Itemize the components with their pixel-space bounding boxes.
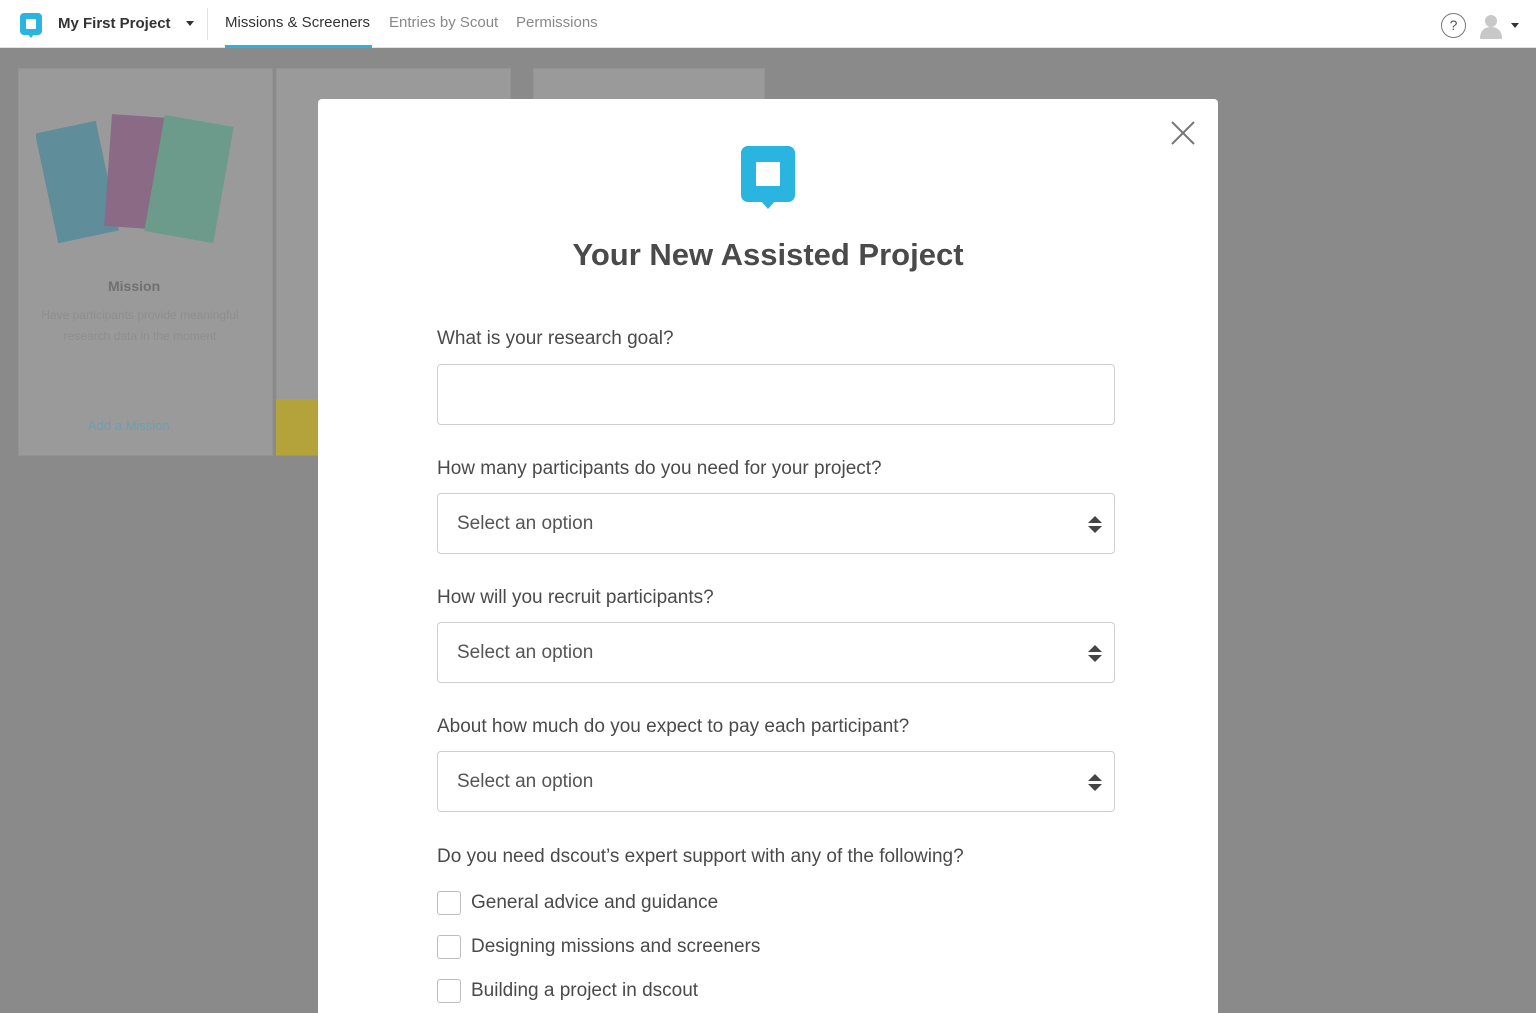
participants-select-value: Select an option bbox=[457, 513, 594, 534]
divider bbox=[207, 8, 208, 40]
help-icon[interactable]: ? bbox=[1441, 13, 1466, 38]
checkbox[interactable] bbox=[437, 891, 461, 915]
checkbox-label[interactable]: Building a project in dscout bbox=[471, 980, 698, 1002]
research-goal-label: What is your research goal? bbox=[437, 328, 674, 349]
add-mission-link: Add a Mission bbox=[88, 418, 170, 433]
active-tab-indicator bbox=[225, 45, 372, 48]
mission-cards-illustration bbox=[36, 114, 234, 244]
checkbox[interactable] bbox=[437, 935, 461, 959]
tab-entries-by-scout[interactable]: Entries by Scout bbox=[389, 14, 498, 31]
sort-arrows-icon bbox=[1088, 774, 1102, 792]
checkbox-label[interactable]: Designing missions and screeners bbox=[471, 936, 760, 958]
checkbox[interactable] bbox=[437, 979, 461, 1003]
card-title: Mission bbox=[108, 278, 161, 294]
tab-missions-screeners[interactable]: Missions & Screeners bbox=[225, 14, 370, 31]
recruit-label: How will you recruit participants? bbox=[437, 587, 714, 608]
chevron-down-icon[interactable] bbox=[186, 21, 194, 26]
checkbox-label[interactable]: General advice and guidance bbox=[471, 892, 718, 914]
close-icon[interactable] bbox=[1169, 119, 1197, 147]
support-label: Do you need dscout’s expert support with… bbox=[437, 846, 964, 867]
recruit-select-value: Select an option bbox=[457, 642, 594, 663]
pay-select-value: Select an option bbox=[457, 771, 594, 792]
participants-label: How many participants do you need for yo… bbox=[437, 458, 882, 479]
dscout-logo-icon bbox=[741, 146, 795, 209]
sort-arrows-icon bbox=[1088, 645, 1102, 663]
sort-arrows-icon bbox=[1088, 516, 1102, 534]
participants-select[interactable]: Select an option bbox=[437, 493, 1115, 554]
pay-label: About how much do you expect to pay each… bbox=[437, 716, 910, 737]
chevron-down-icon[interactable] bbox=[1511, 23, 1519, 28]
dscout-logo-icon[interactable] bbox=[20, 13, 42, 38]
recruit-select[interactable]: Select an option bbox=[437, 622, 1115, 683]
project-name[interactable]: My First Project bbox=[58, 15, 171, 32]
avatar[interactable] bbox=[1479, 13, 1503, 39]
research-goal-input[interactable] bbox=[437, 364, 1115, 425]
tab-permissions[interactable]: Permissions bbox=[516, 14, 598, 31]
new-assisted-project-modal: Your New Assisted Project What is your r… bbox=[318, 99, 1218, 1013]
top-nav-bar: My First Project Missions & Screeners En… bbox=[0, 0, 1536, 48]
pay-select[interactable]: Select an option bbox=[437, 751, 1115, 812]
card-description: Have participants provide meaningful res… bbox=[41, 308, 239, 343]
modal-title: Your New Assisted Project bbox=[572, 237, 964, 272]
